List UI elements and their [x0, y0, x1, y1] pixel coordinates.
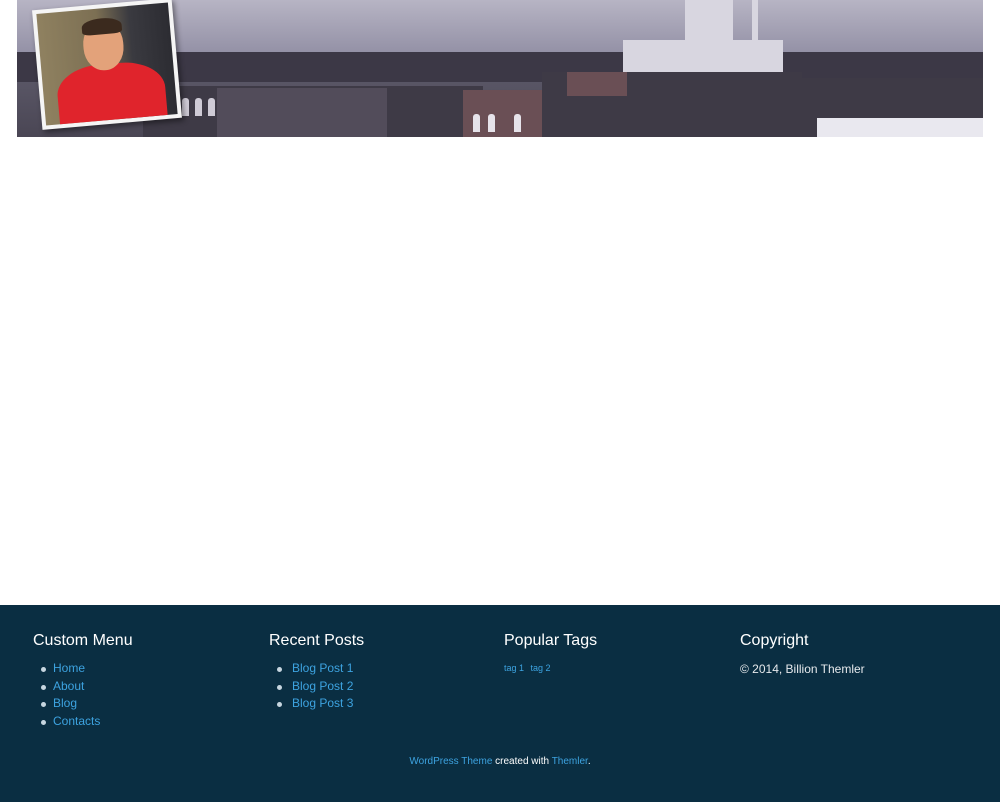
- window: [488, 114, 495, 132]
- list-item: Contacts: [41, 713, 133, 731]
- themler-link[interactable]: Themler: [552, 756, 588, 767]
- popular-tags-widget: Popular Tags tag 1 tag 2: [504, 632, 597, 673]
- post-link-1[interactable]: Blog Post 1: [292, 661, 353, 675]
- tag-link-1[interactable]: tag 1: [504, 663, 524, 673]
- custom-menu-list: Home About Blog Contacts: [33, 660, 133, 730]
- window: [473, 114, 480, 132]
- credit-end-text: .: [587, 756, 591, 767]
- menu-link-home[interactable]: Home: [53, 661, 85, 675]
- custom-menu-heading: Custom Menu: [33, 632, 133, 649]
- copyright-heading: Copyright: [740, 632, 809, 649]
- window: [514, 114, 521, 132]
- recent-posts-widget: Recent Posts Blog Post 1 Blog Post 2 Blo…: [269, 632, 364, 713]
- list-item: Blog Post 2: [276, 678, 364, 696]
- menu-link-about[interactable]: About: [53, 679, 84, 693]
- brick-block: [567, 72, 627, 96]
- theme-credit: WordPress Theme created with Themler.: [0, 756, 1000, 767]
- custom-menu-widget: Custom Menu Home About Blog Contacts: [33, 632, 133, 730]
- copyright-widget: Copyright © 2014, Billion Themler: [740, 632, 865, 676]
- copyright-text: © 2014, Billion Themler: [740, 662, 865, 676]
- menu-link-contacts[interactable]: Contacts: [53, 714, 100, 728]
- window: [195, 98, 202, 116]
- list-item: Blog Post 1: [276, 660, 364, 678]
- wordpress-theme-link[interactable]: WordPress Theme: [409, 756, 492, 767]
- menu-link-blog[interactable]: Blog: [53, 696, 77, 710]
- profile-photo-image: [36, 2, 178, 126]
- recent-posts-heading: Recent Posts: [269, 632, 365, 649]
- recent-posts-list: Blog Post 1 Blog Post 2 Blog Post 3: [269, 660, 364, 713]
- window: [182, 98, 189, 116]
- tag-link-2[interactable]: tag 2: [531, 663, 551, 673]
- post-link-3[interactable]: Blog Post 3: [292, 696, 353, 710]
- window: [208, 98, 215, 116]
- list-item: About: [41, 678, 133, 696]
- footer: Custom Menu Home About Blog Contacts Rec…: [0, 605, 1000, 802]
- snowy-roof: [817, 118, 983, 137]
- post-link-2[interactable]: Blog Post 2: [292, 679, 353, 693]
- tag-cloud: tag 1 tag 2: [504, 663, 597, 673]
- profile-photo: [32, 0, 182, 130]
- photo-shirt: [55, 59, 169, 126]
- list-item: Blog: [41, 695, 133, 713]
- building-left: [217, 88, 387, 137]
- list-item: Home: [41, 660, 133, 678]
- list-item: Blog Post 3: [276, 695, 364, 713]
- credit-middle-text: created with: [492, 756, 552, 767]
- white-building: [623, 40, 783, 72]
- popular-tags-heading: Popular Tags: [504, 632, 598, 649]
